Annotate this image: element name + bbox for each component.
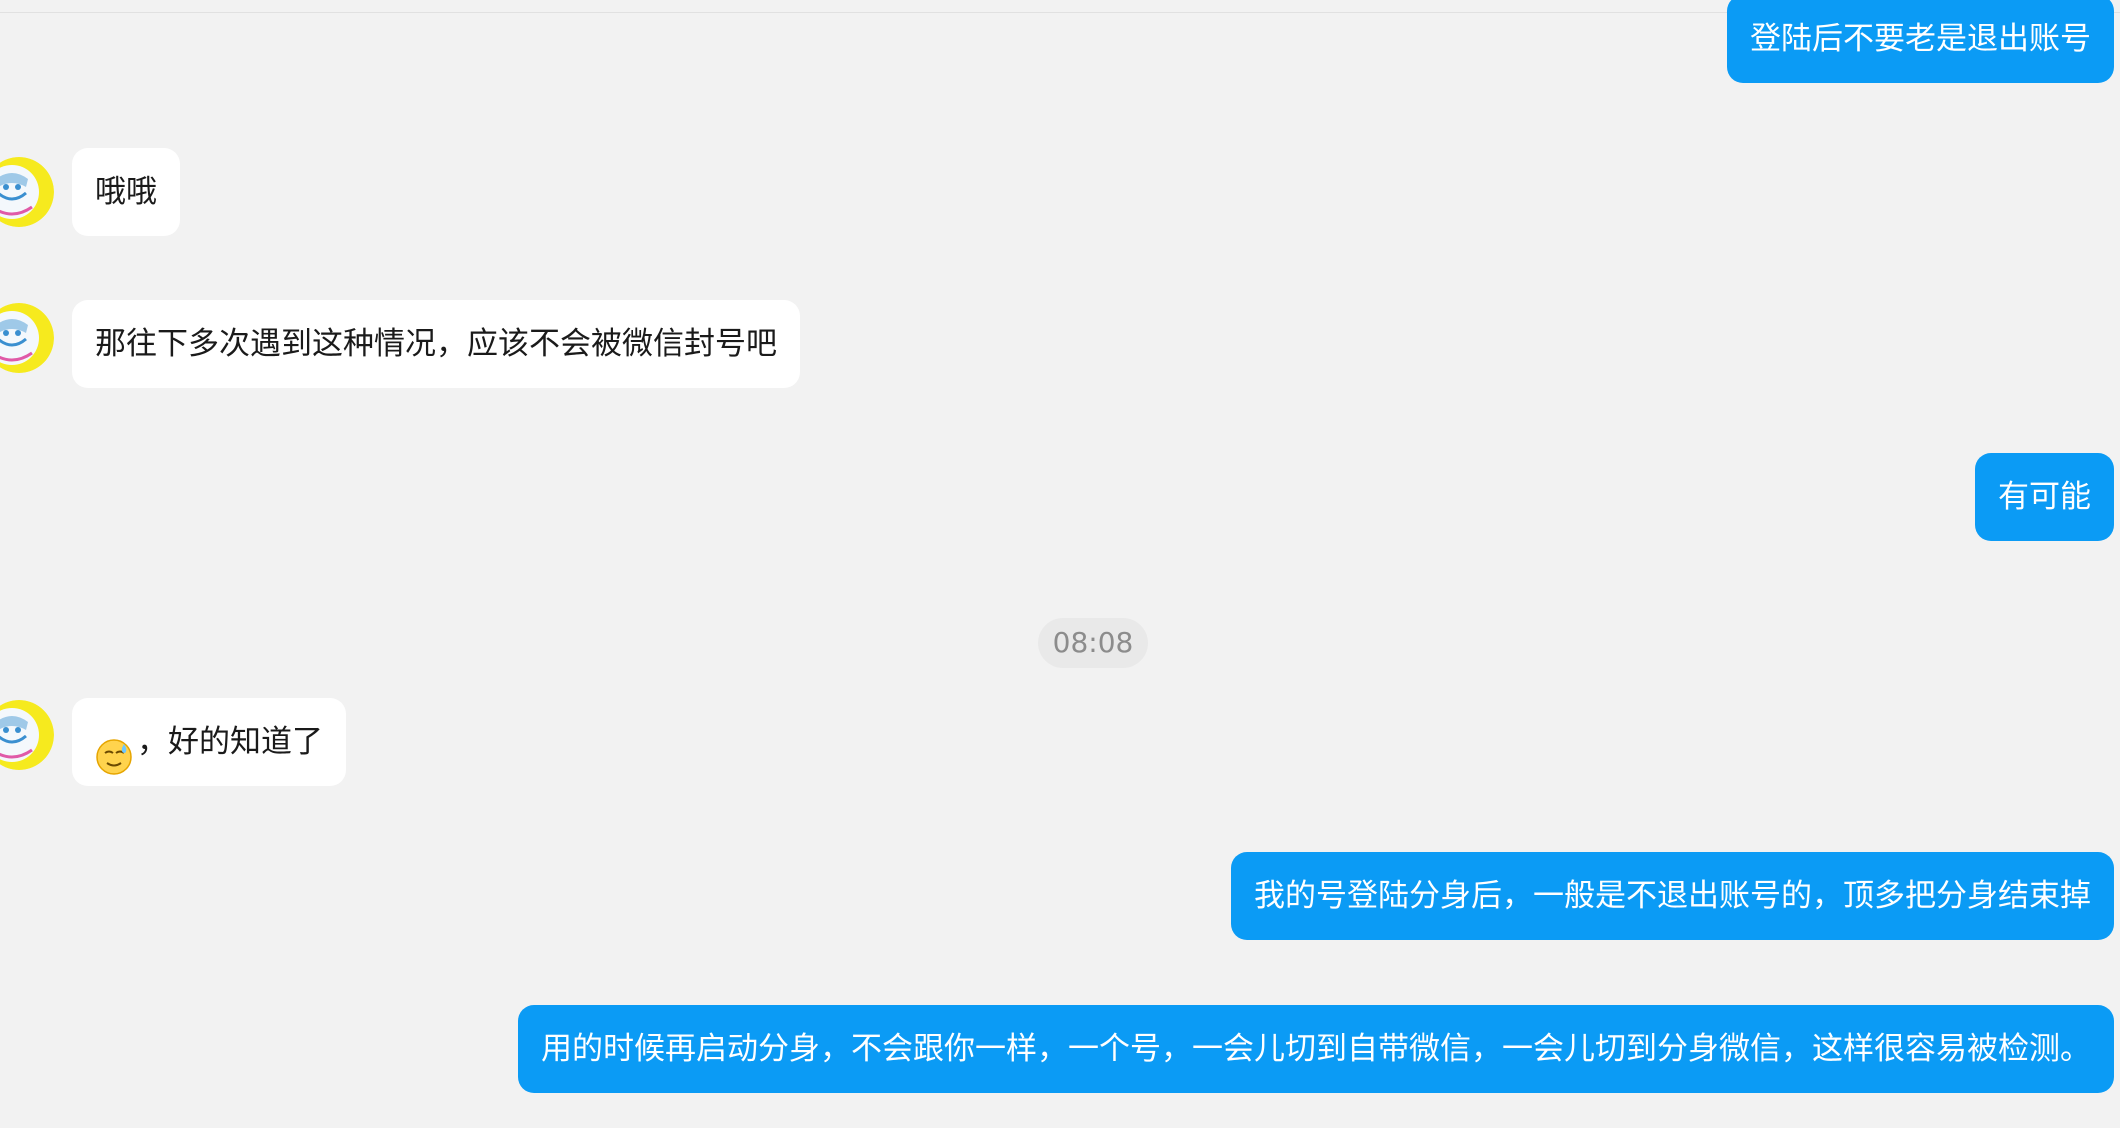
message-row: 那往下多次遇到这种情况，应该不会被微信封号吧 [0, 300, 2120, 388]
contact-avatar-icon[interactable] [0, 157, 54, 227]
message-text: ，好的知道了 [137, 724, 323, 760]
message-row: 登陆后不要老是退出账号 [0, 0, 2120, 85]
message-text: 登陆后不要老是退出账号 [1750, 21, 2091, 57]
contact-avatar-icon[interactable] [0, 700, 54, 770]
incoming-message-bubble[interactable]: 哦哦 [72, 148, 180, 236]
incoming-message-bubble[interactable]: 那往下多次遇到这种情况，应该不会被微信封号吧 [72, 300, 800, 388]
outgoing-message-bubble[interactable]: 我的号登陆分身后，一般是不退出账号的，顶多把分身结束掉 [1231, 852, 2114, 940]
sweat-smile-emoji [95, 722, 133, 775]
contact-avatar-icon[interactable] [0, 303, 54, 373]
message-row: 用的时候再启动分身，不会跟你一样，一个号，一会儿切到自带微信，一会儿切到分身微信… [0, 1005, 2120, 1093]
message-row: 有可能 [0, 453, 2120, 541]
message-text: 哦哦 [95, 174, 157, 210]
outgoing-message-bubble[interactable]: 登陆后不要老是退出账号 [1727, 0, 2114, 83]
outgoing-message-bubble[interactable]: 用的时候再启动分身，不会跟你一样，一个号，一会儿切到自带微信，一会儿切到分身微信… [518, 1005, 2114, 1093]
message-text: 那往下多次遇到这种情况，应该不会被微信封号吧 [95, 326, 777, 362]
message-row: ，好的知道了 [0, 698, 2120, 786]
message-text: 我的号登陆分身后，一般是不退出账号的，顶多把分身结束掉 [1254, 878, 2091, 914]
incoming-message-bubble[interactable]: ，好的知道了 [72, 698, 346, 786]
message-text: 用的时候再启动分身，不会跟你一样，一个号，一会儿切到自带微信，一会儿切到分身微信… [541, 1031, 2091, 1067]
message-row: 哦哦 [0, 148, 2120, 236]
timestamp-chip: 08:08 [1038, 618, 1148, 668]
outgoing-message-bubble[interactable]: 有可能 [1975, 453, 2114, 541]
message-text: 有可能 [1998, 479, 2091, 515]
message-row: 我的号登陆分身后，一般是不退出账号的，顶多把分身结束掉 [0, 852, 2120, 940]
